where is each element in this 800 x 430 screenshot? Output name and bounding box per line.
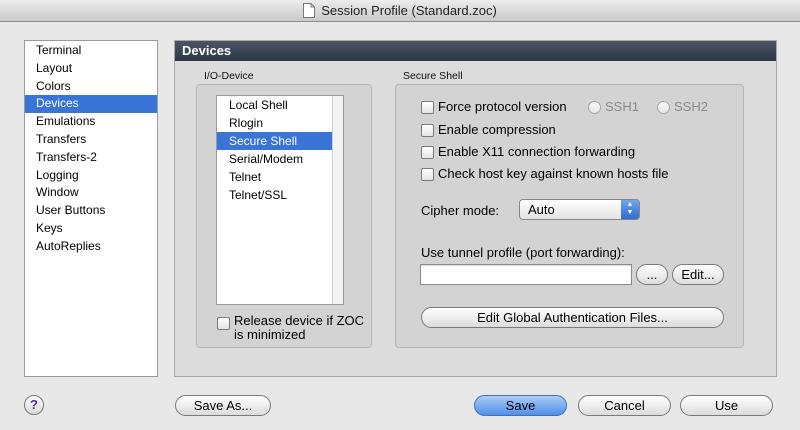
sidebar-item-user-buttons[interactable]: User Buttons <box>25 202 157 220</box>
title-bar: Session Profile (Standard.zoc) <box>0 0 800 22</box>
device-item-telnet[interactable]: Telnet <box>217 168 333 186</box>
device-item-rlogin[interactable]: Rlogin <box>217 114 333 132</box>
secure-shell-group-label: Secure Shell <box>403 70 463 82</box>
ssh2-label: SSH2 <box>674 99 708 114</box>
document-icon <box>303 3 316 18</box>
device-item-telnet-ssl[interactable]: Telnet/SSL <box>217 186 333 204</box>
force-protocol-label: Force protocol version <box>438 99 567 114</box>
save-as-button[interactable]: Save As... <box>175 395 271 416</box>
x11-forwarding-label: Enable X11 connection forwarding <box>438 144 636 159</box>
release-device-label-line2: is minimized <box>234 327 306 342</box>
sidebar-item-autoreplies[interactable]: AutoReplies <box>25 238 157 256</box>
use-button[interactable]: Use <box>680 395 773 416</box>
compression-checkbox[interactable] <box>421 124 434 137</box>
sidebar-item-keys[interactable]: Keys <box>25 220 157 238</box>
cipher-mode-label: Cipher mode: <box>421 203 500 218</box>
sidebar-item-transfers[interactable]: Transfers <box>25 131 157 149</box>
device-item-secure-shell[interactable]: Secure Shell <box>217 132 333 150</box>
device-item-local-shell[interactable]: Local Shell <box>217 96 333 114</box>
check-hostkey-checkbox[interactable] <box>421 168 434 181</box>
device-list-scrollbar[interactable] <box>332 96 343 304</box>
io-device-group-label: I/O-Device <box>204 70 254 82</box>
release-device-checkbox[interactable] <box>217 317 230 330</box>
save-button[interactable]: Save <box>474 395 567 416</box>
edit-global-auth-button[interactable]: Edit Global Authentication Files... <box>421 307 724 328</box>
window-title: Session Profile (Standard.zoc) <box>321 3 497 18</box>
cipher-mode-value: Auto <box>528 202 555 217</box>
cipher-mode-select[interactable]: Auto ▲ ▼ <box>519 199 640 220</box>
browse-tunnel-button[interactable]: ... <box>636 264 668 285</box>
sidebar-item-transfers-2[interactable]: Transfers-2 <box>25 149 157 167</box>
ssh1-radio[interactable] <box>588 101 601 114</box>
sidebar-item-emulations[interactable]: Emulations <box>25 113 157 131</box>
sidebar-item-layout[interactable]: Layout <box>25 60 157 78</box>
force-protocol-checkbox[interactable] <box>421 101 434 114</box>
io-device-list[interactable]: Local Shell Rlogin Secure Shell Serial/M… <box>216 95 344 305</box>
device-item-serial-modem[interactable]: Serial/Modem <box>217 150 333 168</box>
cancel-button[interactable]: Cancel <box>578 395 671 416</box>
compression-label: Enable compression <box>438 122 556 137</box>
chevron-up-down-icon: ▲ ▼ <box>621 200 639 219</box>
tunnel-profile-label: Use tunnel profile (port forwarding): <box>421 245 625 260</box>
tunnel-profile-input[interactable] <box>420 264 632 285</box>
x11-forwarding-checkbox[interactable] <box>421 146 434 159</box>
release-device-label: Release device if ZOC <box>234 313 365 328</box>
help-icon[interactable]: ? <box>24 395 44 415</box>
ssh2-radio[interactable] <box>657 101 670 114</box>
sidebar-item-terminal[interactable]: Terminal <box>25 42 157 60</box>
sidebar-item-colors[interactable]: Colors <box>25 78 157 96</box>
sidebar-item-devices[interactable]: Devices <box>25 95 157 114</box>
sidebar-item-window[interactable]: Window <box>25 184 157 202</box>
category-list[interactable]: Terminal Layout Colors Devices Emulation… <box>24 40 158 377</box>
sidebar-item-logging[interactable]: Logging <box>25 167 157 185</box>
ssh1-label: SSH1 <box>605 99 639 114</box>
edit-tunnel-button[interactable]: Edit... <box>672 264 724 285</box>
check-hostkey-label: Check host key against known hosts file <box>438 166 669 181</box>
panel-header: Devices <box>175 41 776 61</box>
